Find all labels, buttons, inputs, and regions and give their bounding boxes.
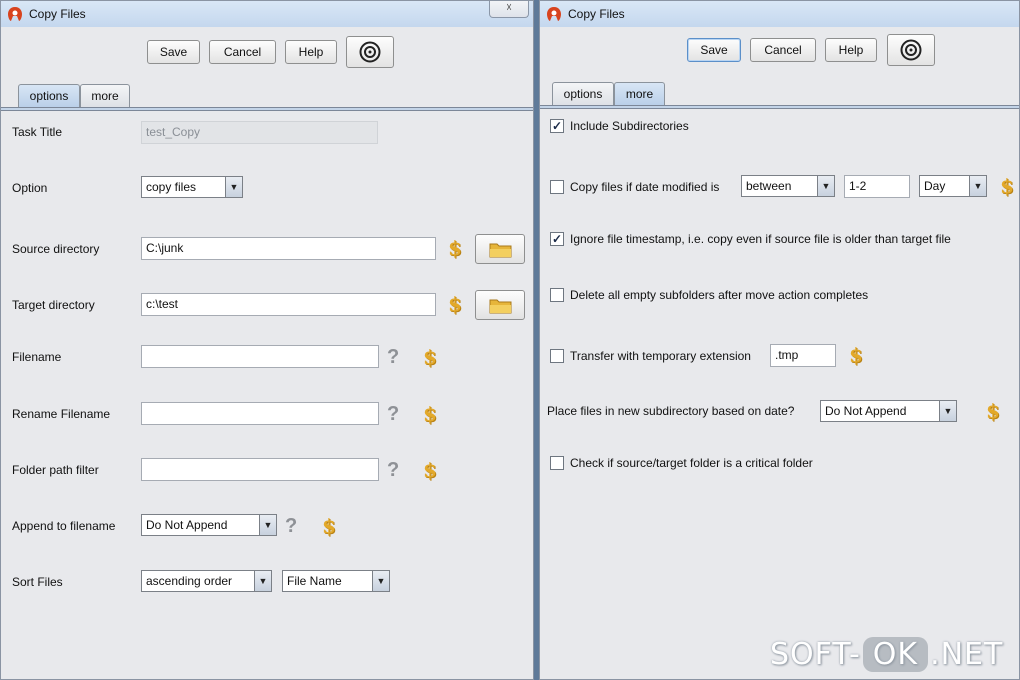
date-unit-select[interactable]: Day ▼	[919, 175, 987, 197]
subdirectory-date-label: Place files in new subdirectory based on…	[547, 404, 795, 418]
settings-button[interactable]	[346, 36, 394, 68]
dollar-variable-icon[interactable]: $	[423, 459, 437, 481]
include-subdirectories-checkbox[interactable]: ✓	[550, 119, 564, 133]
folder-path-filter-label: Folder path filter	[12, 463, 99, 477]
dollar-variable-icon[interactable]: $	[986, 400, 1000, 422]
temporary-extension-input[interactable]: .tmp	[770, 344, 836, 367]
save-button[interactable]: Save	[687, 38, 741, 62]
dollar-variable-icon[interactable]: $	[448, 237, 462, 259]
date-modified-label: Copy files if date modified is	[570, 180, 720, 194]
delete-empty-subfolders-label: Delete all empty subfolders after move a…	[570, 288, 869, 302]
tab-options[interactable]: options	[552, 82, 614, 106]
critical-folder-label: Check if source/target folder is a criti…	[570, 456, 813, 470]
folder-icon	[489, 299, 512, 314]
settings-button[interactable]	[887, 34, 935, 66]
title-bar[interactable]: Copy Files	[540, 1, 1019, 27]
append-to-filename-select[interactable]: Do Not Append ▼	[141, 514, 277, 536]
folder-path-filter-input[interactable]	[141, 458, 379, 481]
help-question-icon[interactable]: ?	[285, 515, 297, 537]
sort-files-label: Sort Files	[12, 575, 63, 589]
chevron-down-icon: ▼	[254, 571, 271, 591]
ignore-timestamp-checkbox[interactable]: ✓	[550, 232, 564, 246]
help-button[interactable]: Help	[285, 40, 337, 64]
task-title-field[interactable]: test_Copy	[141, 121, 378, 144]
dollar-variable-icon[interactable]: $	[448, 293, 462, 315]
chevron-down-icon: ▼	[969, 176, 986, 196]
filename-input[interactable]	[141, 345, 379, 368]
chevron-down-icon: ▼	[259, 515, 276, 535]
help-question-icon[interactable]: ?	[387, 403, 399, 425]
subdirectory-date-select[interactable]: Do Not Append ▼	[820, 400, 957, 422]
temporary-extension-label: Transfer with temporary extension	[570, 349, 751, 363]
task-title-label: Task Title	[12, 125, 63, 139]
window-title: Copy Files	[568, 7, 625, 21]
sort-by-select[interactable]: File Name ▼	[282, 570, 390, 592]
app-icon	[547, 7, 561, 21]
chevron-down-icon: ▼	[817, 176, 834, 196]
dollar-variable-icon[interactable]: $	[322, 515, 336, 537]
target-icon	[900, 39, 922, 61]
sort-order-select[interactable]: ascending order ▼	[141, 570, 272, 592]
rename-filename-input[interactable]	[141, 402, 379, 425]
date-mode-select[interactable]: between ▼	[741, 175, 835, 197]
delete-empty-subfolders-checkbox[interactable]	[550, 288, 564, 302]
close-button[interactable]: ☓	[489, 1, 529, 18]
save-button[interactable]: Save	[147, 40, 200, 64]
copy-files-window-left: Copy Files ☓ Save Cancel Help options mo…	[0, 0, 534, 680]
cancel-button[interactable]: Cancel	[209, 40, 276, 64]
date-modified-checkbox[interactable]	[550, 180, 564, 194]
cancel-button[interactable]: Cancel	[750, 38, 816, 62]
tab-more[interactable]: more	[614, 82, 665, 106]
window-title: Copy Files	[29, 7, 86, 21]
chevron-down-icon: ▼	[939, 401, 956, 421]
chevron-down-icon: ▼	[372, 571, 389, 591]
critical-folder-checkbox[interactable]	[550, 456, 564, 470]
dollar-variable-icon[interactable]: $	[423, 346, 437, 368]
source-directory-label: Source directory	[12, 242, 100, 256]
dialog-content: Save Cancel Help options more Task Title…	[1, 27, 533, 679]
tab-options[interactable]: options	[18, 84, 80, 108]
ignore-timestamp-label: Ignore file timestamp, i.e. copy even if…	[570, 232, 951, 246]
app-icon	[8, 7, 22, 21]
append-to-filename-label: Append to filename	[12, 519, 116, 533]
filename-label: Filename	[12, 350, 62, 364]
option-select[interactable]: copy files ▼	[141, 176, 243, 198]
folder-icon	[489, 243, 512, 258]
help-question-icon[interactable]: ?	[387, 459, 399, 481]
browse-source-button[interactable]	[475, 234, 525, 264]
copy-files-window-right: Copy Files Save Cancel Help options more…	[539, 0, 1020, 680]
tab-more[interactable]: more	[80, 84, 130, 108]
target-icon	[359, 41, 381, 63]
target-directory-label: Target directory	[12, 298, 95, 312]
option-label: Option	[12, 181, 48, 195]
watermark: SOFT- OK .NET	[770, 636, 1004, 672]
dialog-content: Save Cancel Help options more ✓ Include …	[540, 27, 1019, 679]
temporary-extension-checkbox[interactable]	[550, 349, 564, 363]
browse-target-button[interactable]	[475, 290, 525, 320]
rename-filename-label: Rename Filename	[12, 407, 111, 421]
dollar-variable-icon[interactable]: $	[423, 403, 437, 425]
date-range-input[interactable]: 1-2	[844, 175, 910, 198]
chevron-down-icon: ▼	[225, 177, 242, 197]
dollar-variable-icon[interactable]: $	[849, 344, 863, 366]
tab-divider	[540, 105, 1019, 109]
tab-divider	[1, 107, 533, 111]
include-subdirectories-label: Include Subdirectories	[570, 119, 689, 133]
source-directory-input[interactable]: C:\junk	[141, 237, 436, 260]
help-button[interactable]: Help	[825, 38, 877, 62]
target-directory-input[interactable]: c:\test	[141, 293, 436, 316]
dollar-variable-icon[interactable]: $	[1000, 175, 1014, 197]
title-bar[interactable]: Copy Files ☓	[1, 1, 533, 27]
help-question-icon[interactable]: ?	[387, 346, 399, 368]
